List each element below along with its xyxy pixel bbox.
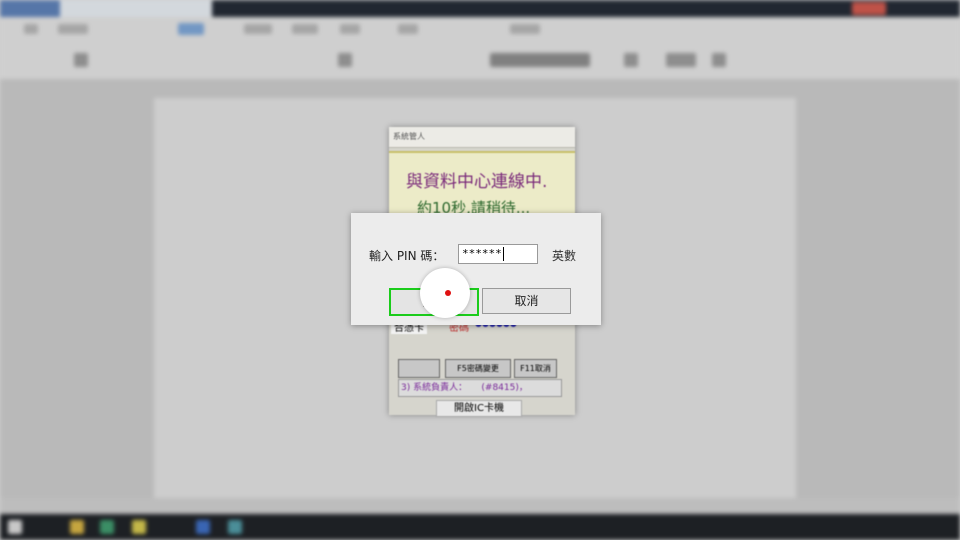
text-caret xyxy=(502,247,504,261)
ok-icon-button[interactable] xyxy=(398,359,440,378)
info-line: 3) 系統負責人： (#8415)， xyxy=(398,379,562,397)
connection-message-box: 與資料中心連線中. 約10秒,請稍待... xyxy=(389,151,575,217)
f11-cancel-button[interactable]: F11取消 xyxy=(514,359,557,378)
pin-label: 輸入 PIN 碼： xyxy=(369,249,445,263)
open-ic-reader-button[interactable]: 開啟IC卡機 xyxy=(436,400,522,417)
pin-input[interactable]: ****** xyxy=(458,244,538,264)
window-title: 系統管人 xyxy=(389,127,575,148)
cancel-button[interactable]: 取消 xyxy=(482,288,571,314)
cursor-position-marker xyxy=(445,290,451,296)
pin-value: ****** xyxy=(462,247,502,260)
input-mode-label: 英數 xyxy=(552,249,577,263)
connecting-message: 與資料中心連線中. xyxy=(406,172,548,192)
pin-dialog: 輸入 PIN 碼： ****** 英數 確定 取消 xyxy=(351,213,601,325)
f5-change-password-button[interactable]: F5密碼變更 xyxy=(445,359,511,378)
